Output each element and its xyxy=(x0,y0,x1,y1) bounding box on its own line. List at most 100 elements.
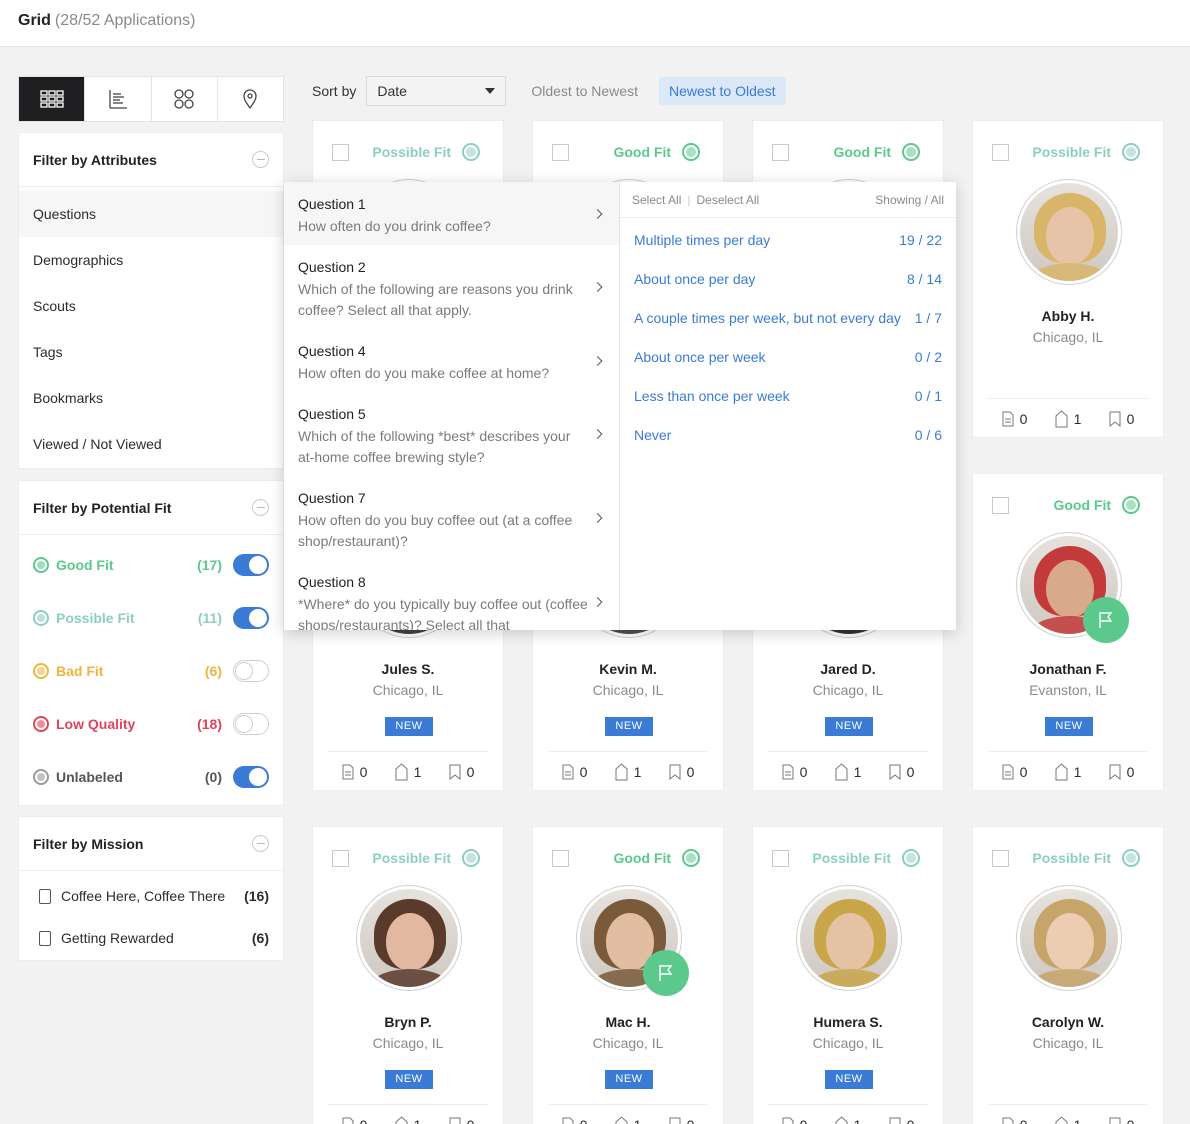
list-view-button[interactable] xyxy=(84,77,150,121)
attribute-item-bookmarks[interactable]: Bookmarks xyxy=(19,375,283,421)
deselect-all-link[interactable]: Deselect All xyxy=(696,193,759,207)
mission-item[interactable]: Coffee Here, Coffee There (16) xyxy=(19,875,283,917)
select-checkbox[interactable] xyxy=(552,144,569,161)
attribute-item-scouts[interactable]: Scouts xyxy=(19,283,283,329)
question-item[interactable]: Question 2 Which of the following are re… xyxy=(284,245,619,329)
fit-status-icon[interactable] xyxy=(902,143,920,161)
tags-stat[interactable]: 1 xyxy=(835,762,861,781)
applicant-name[interactable]: Jonathan F. xyxy=(973,661,1163,677)
tags-stat[interactable]: 1 xyxy=(615,1115,641,1124)
applicant-card[interactable]: Possible Fit Abby H. Chicago, IL 0 1 0 xyxy=(972,120,1164,438)
applicant-name[interactable]: Jules S. xyxy=(313,661,503,677)
fit-toggle[interactable] xyxy=(233,659,269,682)
attribute-item-demographics[interactable]: Demographics xyxy=(19,237,283,283)
select-checkbox[interactable] xyxy=(772,850,789,867)
bookmarks-stat[interactable]: 0 xyxy=(669,1117,694,1124)
attribute-item-tags[interactable]: Tags xyxy=(19,329,283,375)
bookmarks-stat[interactable]: 0 xyxy=(889,764,914,780)
avatar[interactable] xyxy=(356,885,462,991)
answer-option[interactable]: About once per week 0 / 2 xyxy=(620,337,956,376)
applicant-name[interactable]: Bryn P. xyxy=(313,1014,503,1030)
answer-option[interactable]: Multiple times per day 19 / 22 xyxy=(620,220,956,259)
avatar[interactable] xyxy=(1016,179,1122,285)
answer-option[interactable]: About once per day 8 / 14 xyxy=(620,259,956,298)
bookmarks-stat[interactable]: 0 xyxy=(449,764,474,780)
tags-stat[interactable]: 1 xyxy=(835,1115,861,1124)
flag-badge[interactable] xyxy=(1083,597,1129,643)
answer-option[interactable]: Never 0 / 6 xyxy=(620,415,956,454)
applicant-card[interactable]: Good Fit Mac H. Chicago, IL NEW 0 1 0 xyxy=(532,826,724,1124)
grid-view-button[interactable] xyxy=(19,77,85,121)
tags-stat[interactable]: 1 xyxy=(395,762,421,781)
notes-stat[interactable]: 0 xyxy=(562,1117,587,1124)
fit-status-icon[interactable] xyxy=(902,849,920,867)
applicant-card[interactable]: Possible Fit Humera S. Chicago, IL NEW 0 1 0 xyxy=(752,826,944,1124)
select-checkbox[interactable] xyxy=(552,850,569,867)
notes-stat[interactable]: 0 xyxy=(342,1117,367,1124)
fit-toggle[interactable] xyxy=(233,765,269,788)
cluster-view-button[interactable] xyxy=(150,77,217,121)
map-view-button[interactable] xyxy=(216,77,283,121)
avatar[interactable] xyxy=(796,885,902,991)
select-checkbox[interactable] xyxy=(332,144,349,161)
tags-stat[interactable]: 1 xyxy=(1055,762,1081,781)
select-checkbox[interactable] xyxy=(992,850,1009,867)
bookmarks-stat[interactable]: 0 xyxy=(1109,1117,1134,1124)
applicant-card[interactable]: Possible Fit Carolyn W. Chicago, IL 0 1 0 xyxy=(972,826,1164,1124)
applicant-card[interactable]: Possible Fit Bryn P. Chicago, IL NEW 0 1 0 xyxy=(312,826,504,1124)
attribute-item-viewed[interactable]: Viewed / Not Viewed xyxy=(19,421,283,467)
fit-toggle[interactable] xyxy=(233,553,269,576)
question-item[interactable]: Question 1 How often do you drink coffee… xyxy=(284,182,619,245)
flag-badge[interactable] xyxy=(643,950,689,996)
notes-stat[interactable]: 0 xyxy=(562,764,587,780)
notes-stat[interactable]: 0 xyxy=(1002,764,1027,780)
tags-stat[interactable]: 1 xyxy=(1055,409,1081,428)
bookmarks-stat[interactable]: 0 xyxy=(449,1117,474,1124)
notes-stat[interactable]: 0 xyxy=(782,1117,807,1124)
fit-status-icon[interactable] xyxy=(682,849,700,867)
applicant-name[interactable]: Jared D. xyxy=(753,661,943,677)
avatar[interactable] xyxy=(1016,885,1122,991)
select-checkbox[interactable] xyxy=(992,497,1009,514)
fit-status-icon[interactable] xyxy=(462,849,480,867)
fit-status-icon[interactable] xyxy=(462,143,480,161)
sort-oldest-to-newest[interactable]: Oldest to Newest xyxy=(531,83,638,99)
fit-toggle[interactable] xyxy=(233,606,269,629)
applicant-name[interactable]: Humera S. xyxy=(753,1014,943,1030)
notes-stat[interactable]: 0 xyxy=(342,764,367,780)
select-checkbox[interactable] xyxy=(772,144,789,161)
tags-stat[interactable]: 1 xyxy=(395,1115,421,1124)
bookmarks-stat[interactable]: 0 xyxy=(1109,764,1134,780)
fit-status-icon[interactable] xyxy=(1122,143,1140,161)
applicant-name[interactable]: Carolyn W. xyxy=(973,1014,1163,1030)
bookmarks-stat[interactable]: 0 xyxy=(889,1117,914,1124)
answer-option[interactable]: Less than once per week 0 / 1 xyxy=(620,376,956,415)
question-item[interactable]: Question 7 How often do you buy coffee o… xyxy=(284,476,619,560)
applicant-card[interactable]: Good Fit Jonathan F. Evanston, IL NEW 0 1 0 xyxy=(972,473,1164,791)
tags-stat[interactable]: 1 xyxy=(615,762,641,781)
question-item[interactable]: Question 8 *Where* do you typically buy … xyxy=(284,560,619,630)
fit-toggle[interactable] xyxy=(233,712,269,735)
question-item[interactable]: Question 5 Which of the following *best*… xyxy=(284,392,619,476)
collapse-icon[interactable] xyxy=(252,835,269,852)
notes-stat[interactable]: 0 xyxy=(1002,411,1027,427)
fit-status-icon[interactable] xyxy=(682,143,700,161)
fit-status-icon[interactable] xyxy=(1122,496,1140,514)
tags-stat[interactable]: 1 xyxy=(1055,1115,1081,1124)
mission-item[interactable]: Getting Rewarded (6) xyxy=(19,917,283,959)
sort-select[interactable]: Date xyxy=(366,76,507,106)
collapse-icon[interactable] xyxy=(252,151,269,168)
select-checkbox[interactable] xyxy=(332,850,349,867)
notes-stat[interactable]: 0 xyxy=(782,764,807,780)
select-all-link[interactable]: Select All xyxy=(632,193,681,207)
attribute-item-questions[interactable]: Questions xyxy=(19,191,283,237)
fit-status-icon[interactable] xyxy=(1122,849,1140,867)
applicant-name[interactable]: Kevin M. xyxy=(533,661,723,677)
notes-stat[interactable]: 0 xyxy=(1002,1117,1027,1124)
applicant-name[interactable]: Mac H. xyxy=(533,1014,723,1030)
answer-option[interactable]: A couple times per week, but not every d… xyxy=(620,298,956,337)
select-checkbox[interactable] xyxy=(992,144,1009,161)
applicant-name[interactable]: Abby H. xyxy=(973,308,1163,324)
question-item[interactable]: Question 4 How often do you make coffee … xyxy=(284,329,619,392)
sort-newest-to-oldest[interactable]: Newest to Oldest xyxy=(658,77,786,105)
